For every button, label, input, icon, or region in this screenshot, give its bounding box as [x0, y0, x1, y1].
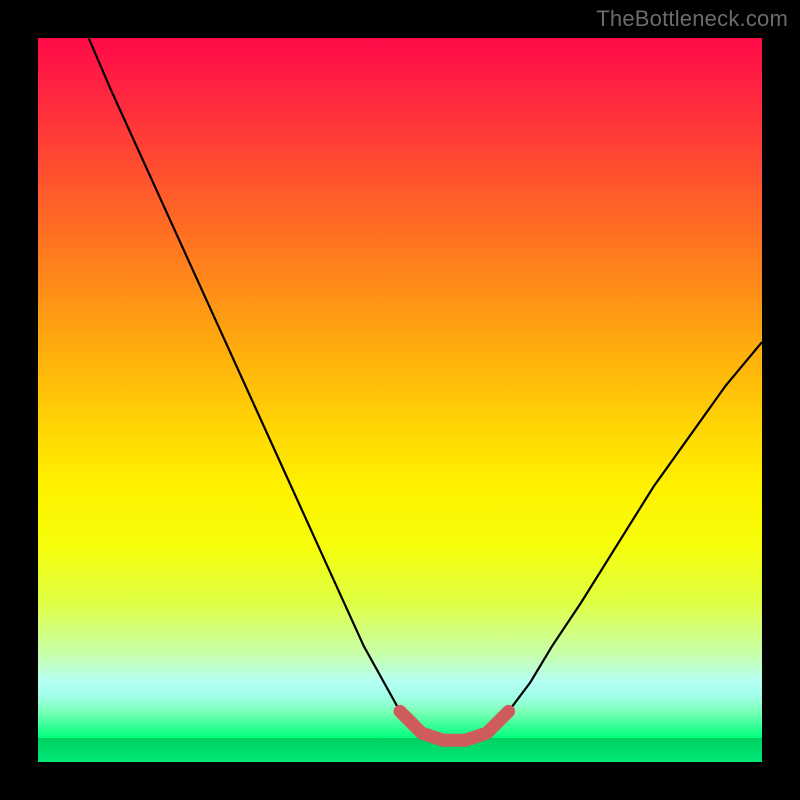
chart-svg — [38, 38, 762, 762]
bottleneck-curve — [89, 38, 762, 740]
chart-frame: TheBottleneck.com — [0, 0, 800, 800]
optimal-region-highlight — [400, 711, 509, 740]
plot-area — [38, 38, 762, 762]
watermark-text: TheBottleneck.com — [596, 6, 788, 32]
